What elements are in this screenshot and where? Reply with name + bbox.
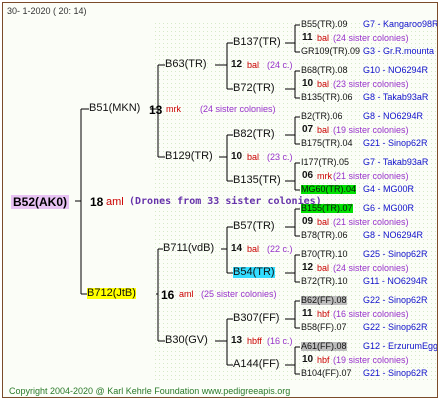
gen4-top-link-0[interactable]: G7 - Kangaroo98R [363,20,437,29]
gen1-count-0: 13 [149,103,163,117]
gen4-code-6: hbf [317,309,330,319]
pedigree-chart: 30- 1-2020 ( 20: 14) B52(AK0) 18 aml (Dr… [2,2,438,398]
gen4-code-0: bal [317,33,330,43]
gen1-node-0[interactable]: B51(MKN) [89,103,140,114]
root-note: (Drones from 33 sister colonies) [129,196,322,207]
gen4-bot-link-5[interactable]: G11 - NO6294R [363,277,427,286]
gen4-bot-link-4[interactable]: G8 - NO6294R [363,231,423,240]
gen2-code-3: hbff [247,336,262,346]
gen4-count-0: 11 [302,32,313,43]
copyright-footer: Copyright 2004-2020 @ Karl Kehrle Founda… [9,386,291,396]
gen4-top-queen-6[interactable]: B62(FF).08 [301,296,347,305]
gen2-count-1: 10 [231,151,243,162]
gen4-bot-link-1[interactable]: G8 - Takab93aR [363,93,428,102]
gen4-top-link-3[interactable]: G7 - Takab93aR [363,158,428,167]
gen3-node-7[interactable]: A144(FF) [233,359,279,370]
gen4-top-queen-7[interactable]: A61(FF).08 [301,342,347,351]
gen4-code-5: bal [317,263,330,273]
gen4-note-3: (21 sister colonies) [333,171,409,181]
gen4-bot-link-6[interactable]: G22 - Sinop62R [363,323,428,332]
gen4-note-6: (16 sister colonies) [333,309,409,319]
gen2-node-0[interactable]: B63(TR) [165,59,207,70]
gen2-code-2: bal [247,244,260,254]
gen4-count-1: 10 [302,78,314,89]
root-code: aml [106,196,124,208]
gen4-top-queen-4[interactable]: B155(TR).07 [301,204,353,213]
gen4-bot-queen-0[interactable]: GR109(TR).09 [301,47,360,56]
gen4-count-3: 06 [302,170,314,181]
gen2-note-3: (16 c.) [267,336,293,346]
gen4-top-queen-0[interactable]: B55(TR).09 [301,20,348,29]
gen4-top-link-2[interactable]: G8 - NO6294R [363,112,423,121]
gen2-node-2[interactable]: B711(vdB) [163,243,214,254]
gen4-top-link-1[interactable]: G10 - NO6294R [363,66,428,75]
gen4-top-link-7[interactable]: G12 - ErzurumEgg8 [363,342,437,351]
gen3-node-6[interactable]: B307(FF) [233,313,279,324]
gen4-count-6: 11 [302,308,313,319]
gen4-code-7: hbf [317,355,330,365]
gen4-bot-queen-4[interactable]: B78(TR).06 [301,231,348,240]
gen2-code-0: bal [247,60,260,70]
gen4-bot-queen-6[interactable]: B58(FF).07 [301,323,347,332]
gen4-code-4: bal [317,217,330,227]
gen4-note-1: (23 sister colonies) [333,79,409,89]
gen3-node-5[interactable]: B54(TR) [233,267,275,278]
gen1-node-1[interactable]: B712(JtB) [87,288,136,299]
gen4-note-7: (19 sister colonies) [333,355,409,365]
gen4-bot-link-2[interactable]: G21 - Sinop62R [363,139,428,148]
gen4-bot-queen-7[interactable]: B104(FF).07 [301,369,352,378]
gen4-bot-link-3[interactable]: G4 - MG00R [363,185,414,194]
gen4-count-2: 07 [302,124,314,135]
gen4-bot-link-0[interactable]: G3 - Gr.R.mounta [363,47,434,56]
gen4-bot-queen-2[interactable]: B175(TR).04 [301,139,353,148]
gen2-note-1: (23 c.) [267,152,293,162]
gen4-top-link-5[interactable]: G25 - Sinop62R [363,250,428,259]
gen2-count-0: 12 [231,59,243,70]
gen1-code-1: aml [179,289,194,299]
gen4-count-7: 10 [302,354,314,365]
gen4-note-5: (24 sister colonies) [333,263,409,273]
gen4-note-4: (21 sister colonies) [333,217,409,227]
gen4-code-3: mrk [317,171,332,181]
gen3-node-2[interactable]: B82(TR) [233,129,275,140]
gen1-note-1: (25 sister colonies) [201,289,277,299]
gen2-node-1[interactable]: B129(TR) [165,151,213,162]
gen2-count-2: 14 [231,243,243,254]
root-count: 18 [90,195,104,209]
gen2-note-2: (22 c.) [267,244,293,254]
gen4-bot-queen-3[interactable]: MG60(TR).04 [301,185,357,194]
gen4-bot-queen-5[interactable]: B72(TR).10 [301,277,348,286]
gen4-top-queen-5[interactable]: B70(TR).10 [301,250,348,259]
gen4-bot-queen-1[interactable]: B135(TR).06 [301,93,353,102]
gen2-note-0: (24 c.) [267,60,293,70]
root-queen[interactable]: B52(AK0) [11,195,70,209]
gen4-top-queen-3[interactable]: I177(TR).05 [301,158,349,167]
gen3-node-3[interactable]: B135(TR) [233,175,281,186]
date-stamp: 30- 1-2020 ( 20: 14) [7,6,87,16]
gen4-bot-link-7[interactable]: G21 - Sinop62R [363,369,428,378]
gen4-top-link-6[interactable]: G22 - Sinop62R [363,296,428,305]
gen4-note-2: (19 sister colonies) [333,125,409,135]
gen2-code-1: bal [247,152,260,162]
gen4-top-link-4[interactable]: G6 - MG00R [363,204,414,213]
gen4-top-queen-1[interactable]: B68(TR).08 [301,66,348,75]
gen4-count-4: 09 [302,216,314,227]
gen4-top-queen-2[interactable]: B2(TR).06 [301,112,343,121]
gen3-node-1[interactable]: B72(TR) [233,83,275,94]
gen3-node-4[interactable]: B57(TR) [233,221,275,232]
gen1-count-1: 16 [161,288,175,302]
gen4-note-0: (24 sister colonies) [333,33,409,43]
gen2-count-3: 13 [231,335,243,346]
gen4-count-5: 12 [302,262,314,273]
gen2-node-3[interactable]: B30(GV) [165,335,208,346]
gen4-code-1: bal [317,79,330,89]
gen4-code-2: bal [317,125,330,135]
gen1-code-0: mrk [166,104,181,114]
gen3-node-0[interactable]: B137(TR) [233,37,281,48]
gen1-note-0: (24 sister colonies) [200,104,276,114]
